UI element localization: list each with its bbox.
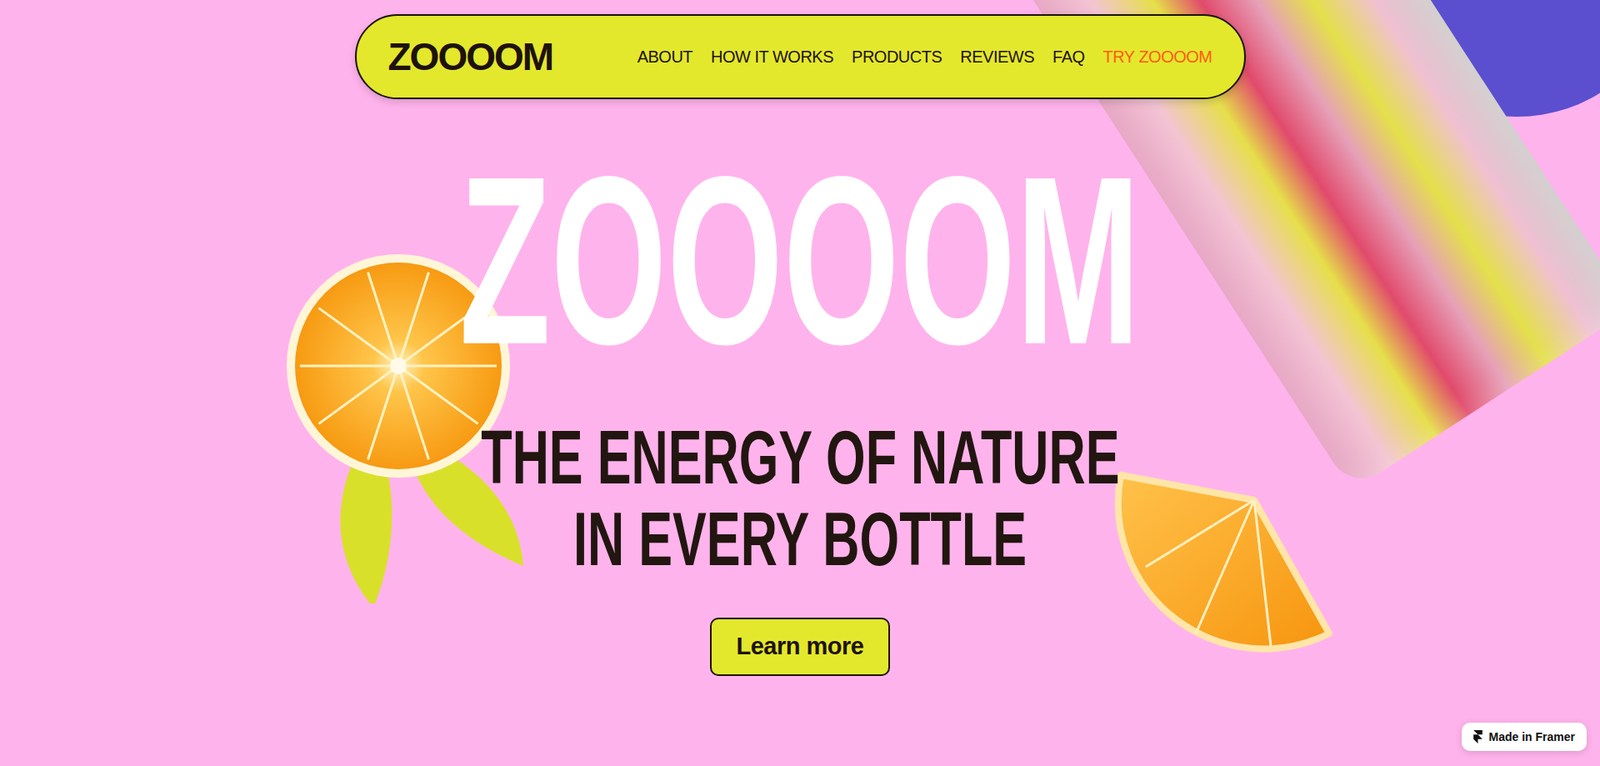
logo[interactable]: ZOOOOM [388,34,554,80]
orange-wedge-icon [1087,466,1338,700]
learn-more-button[interactable]: Learn more [710,617,891,676]
badge-label: Made in Framer [1489,730,1575,744]
subtitle-line: IN EVERY BOTTLE [573,498,1027,580]
nav-links: ABOUT HOW IT WORKS PRODUCTS REVIEWS FAQ TRY Z… [637,47,1213,67]
nav-link[interactable]: TRY ZOOOOM [1103,47,1213,67]
hero-title: ZOOOOM [459,140,1140,381]
nav-link[interactable]: REVIEWS [960,47,1035,67]
framer-icon [1473,730,1483,744]
nav-link[interactable]: FAQ [1052,47,1085,67]
framer-badge[interactable]: Made in Framer [1461,722,1587,751]
nav-link[interactable]: ABOUT [637,47,693,67]
subtitle-line: THE ENERGY OF NATURE [480,416,1120,499]
hero: ZOOOOM ABOUT HOW IT WORKS PRODUCTS REVIEWS FA… [0,0,1600,766]
hero-subtitle: THE ENERGY OF NATUREIN EVERY BOTTLE [330,416,1270,580]
nav-link[interactable]: PRODUCTS [851,47,942,67]
page: ZOOOOM ABOUT HOW IT WORKS PRODUCTS REVIEWS FA… [0,0,1600,766]
nav-link[interactable]: HOW IT WORKS [710,47,834,67]
nav-bar: ZOOOOM ABOUT HOW IT WORKS PRODUCTS REVIEWS FA… [355,14,1246,100]
